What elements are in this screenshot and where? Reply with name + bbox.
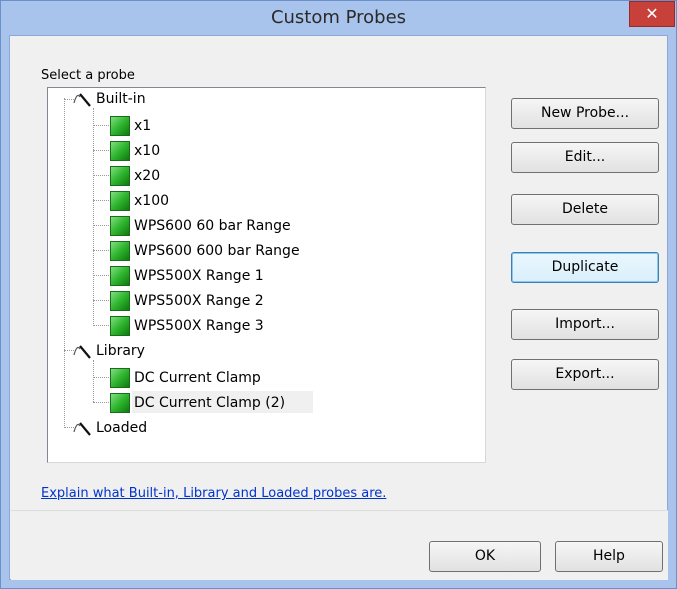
tree-line [93,325,109,326]
explain-probes-link[interactable]: Explain what Built-in, Library and Loade… [41,486,386,501]
probe-icon [110,368,130,388]
probe-tip-icon [73,422,91,436]
probe-icon [110,291,130,311]
tree-line [93,275,109,276]
probe-icon [110,116,130,136]
window-title: Custom Probes [270,7,407,28]
probe-name: x10 [134,143,161,159]
tree-line [93,175,109,176]
probe-icon [110,266,130,286]
tree-node-label: Built-in [96,91,146,107]
dialog-client-area: Select a probe Built-in x1 x10 x20 x100 … [9,35,668,580]
probe-icon [110,241,130,261]
export-button[interactable]: Export... [511,359,659,390]
probe-name: DC Current Clamp (2) [134,395,286,411]
probe-name: x20 [134,168,161,184]
tree-node-label: Library [96,343,145,359]
probe-name: WPS500X Range 2 [134,293,264,309]
dialog-window: Custom Probes ✕ Select a probe Built-in … [0,0,677,589]
import-button[interactable]: Import... [511,309,659,340]
probe-icon [110,191,130,211]
probe-icon [110,141,130,161]
probe-icon [110,393,130,413]
tree-line [93,300,109,301]
probe-icon [110,316,130,336]
probe-name: WPS500X Range 3 [134,318,264,334]
probe-name: DC Current Clamp [134,370,261,386]
tree-line [64,98,65,428]
tree-line [93,402,109,403]
duplicate-button[interactable]: Duplicate [511,252,659,283]
new-probe-button[interactable]: New Probe... [511,98,659,129]
tree-line [93,225,109,226]
probe-name: WPS500X Range 1 [134,268,264,284]
select-probe-label: Select a probe [41,68,135,83]
tree-line [93,108,94,326]
tree-line [93,150,109,151]
ok-button[interactable]: OK [429,541,541,572]
edit-button[interactable]: Edit... [511,142,659,173]
tree-line [93,200,109,201]
probe-name: WPS600 60 bar Range [134,218,291,234]
title-bar[interactable]: Custom Probes ✕ [1,1,676,35]
tree-line [93,250,109,251]
probe-name: x100 [134,193,170,209]
help-button[interactable]: Help [555,541,663,572]
probe-name: WPS600 600 bar Range [134,243,300,259]
probe-tip-icon [73,93,91,107]
tree-node-label: Loaded [96,420,148,436]
probe-icon [110,166,130,186]
close-button[interactable]: ✕ [629,1,675,27]
tree-line [93,360,94,402]
probe-tree[interactable]: Built-in x1 x10 x20 x100 WPS600 60 bar R… [47,87,486,463]
probe-name: x1 [134,118,152,134]
dialog-footer: OK Help [11,510,668,580]
tree-line [93,377,109,378]
probe-tip-icon [73,345,91,359]
probe-icon [110,216,130,236]
tree-line [93,125,109,126]
delete-button[interactable]: Delete [511,194,659,225]
